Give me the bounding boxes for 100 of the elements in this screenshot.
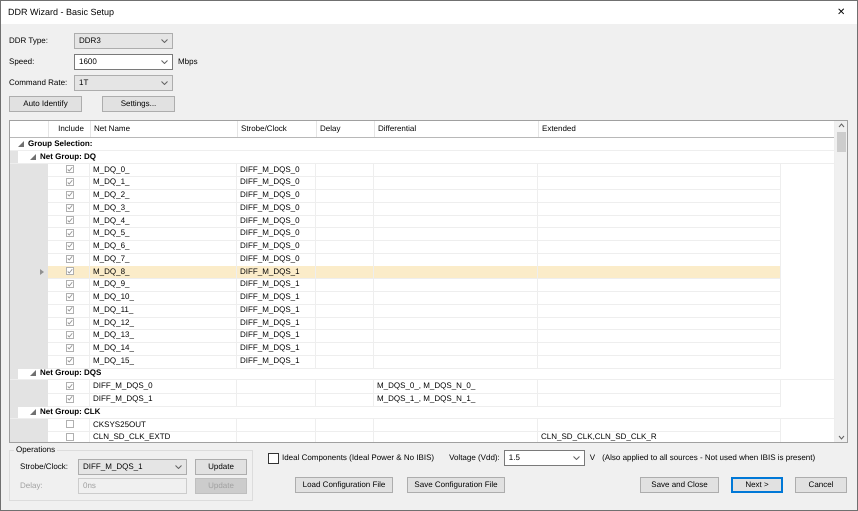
dropdown[interactable]: DIFF_M_DQS_1 bbox=[78, 459, 187, 475]
caret-icon bbox=[161, 60, 168, 64]
checkbox[interactable] bbox=[66, 204, 74, 212]
checkbox[interactable] bbox=[66, 318, 74, 326]
expanded-icon[interactable] bbox=[18, 140, 24, 147]
push-button[interactable]: Next > bbox=[731, 477, 783, 493]
expanded-icon[interactable] bbox=[30, 154, 36, 160]
caret-icon bbox=[175, 465, 182, 469]
group-row[interactable]: Net Group: DQ bbox=[10, 150, 834, 164]
checkbox[interactable] bbox=[66, 216, 74, 224]
dropdown[interactable]: DDR3 bbox=[74, 33, 173, 49]
checkbox[interactable] bbox=[66, 178, 74, 186]
checkbox[interactable] bbox=[66, 242, 74, 250]
window-title: DDR Wizard - Basic Setup bbox=[8, 6, 114, 19]
expanded-icon[interactable] bbox=[30, 370, 36, 376]
caret-icon bbox=[572, 456, 580, 460]
checkbox[interactable] bbox=[66, 229, 74, 238]
caret-icon bbox=[161, 81, 168, 85]
column-header[interactable]: Include bbox=[48, 121, 90, 137]
checkbox[interactable] bbox=[66, 331, 74, 340]
group-row[interactable]: Net Group: CLK bbox=[10, 406, 834, 418]
close-button[interactable]: ✕ bbox=[825, 1, 857, 24]
checkbox[interactable] bbox=[66, 420, 74, 428]
table-cell: CLN_SD_CLK_EXTD bbox=[90, 431, 237, 442]
table-cell: DIFF_M_DQS_0 bbox=[237, 214, 316, 228]
group-row[interactable]: Net Group: DQS bbox=[10, 368, 834, 380]
table-cell: DIFF_M_DQS_1 bbox=[237, 278, 316, 292]
checkbox[interactable] bbox=[66, 280, 74, 288]
note-text: (Also applied to all sources - Not used when IBIS is present) bbox=[602, 452, 816, 464]
table-cell: DIFF_M_DQS_1 bbox=[237, 329, 316, 343]
checkbox[interactable] bbox=[66, 254, 74, 263]
push-button[interactable]: Cancel bbox=[795, 477, 847, 493]
field-label: Voltage (Vdd): bbox=[449, 452, 500, 464]
expanded-icon[interactable] bbox=[30, 408, 36, 415]
scroll-thumb[interactable] bbox=[836, 132, 846, 152]
push-button[interactable]: Auto Identify bbox=[9, 96, 82, 112]
empty-cell bbox=[316, 278, 374, 292]
table-cell: DIFF_M_DQS_0 bbox=[237, 227, 316, 241]
checkbox[interactable] bbox=[66, 292, 74, 301]
push-button[interactable]: Settings... bbox=[102, 96, 175, 112]
push-button[interactable]: Save and Close bbox=[640, 477, 719, 493]
table-cell: DIFF_M_DQS_1 bbox=[237, 266, 316, 280]
combo-field[interactable]: 1600 bbox=[74, 54, 173, 70]
group-title: Operations bbox=[15, 446, 56, 454]
checkbox[interactable] bbox=[66, 433, 74, 442]
table-cell: M_DQS_0_, M_DQS_N_0_ bbox=[374, 380, 538, 394]
table-cell: DIFF_M_DQS_1 bbox=[237, 316, 316, 330]
table-cell: M_DQ_14_ bbox=[90, 342, 237, 356]
table-cell: CKSYS25OUT bbox=[90, 418, 237, 432]
table-cell: M_DQ_13_ bbox=[90, 329, 237, 343]
field-label: Delay: bbox=[20, 480, 44, 492]
checkbox[interactable] bbox=[66, 356, 74, 365]
table-cell: DIFF_M_DQS_1 bbox=[237, 304, 316, 318]
combo-field[interactable]: 1.5 bbox=[504, 450, 585, 466]
checkbox-label: Ideal Components (Ideal Power & No IBIS) bbox=[282, 452, 434, 464]
checkbox[interactable] bbox=[66, 165, 74, 174]
checkbox[interactable] bbox=[66, 394, 74, 403]
table-cell: M_DQ_1_ bbox=[90, 176, 237, 190]
table-cell: DIFF_M_DQS_0 bbox=[90, 380, 237, 394]
table-cell: M_DQ_3_ bbox=[90, 202, 237, 216]
group-label: Net Group: DQS bbox=[40, 367, 102, 380]
column-header[interactable]: Extended bbox=[538, 121, 781, 137]
table-cell: M_DQ_11_ bbox=[90, 304, 237, 318]
table-cell: M_DQ_10_ bbox=[90, 291, 237, 305]
table-cell: M_DQ_5_ bbox=[90, 227, 237, 241]
checkbox[interactable] bbox=[66, 306, 74, 314]
table-cell: M_DQ_4_ bbox=[90, 214, 237, 228]
group-label: Net Group: DQ bbox=[40, 150, 96, 163]
dropdown[interactable]: 1T bbox=[74, 75, 173, 91]
column-header[interactable]: Strobe/Clock bbox=[237, 121, 316, 137]
scrollbar[interactable] bbox=[834, 121, 847, 442]
push-button[interactable]: Save Configuration File bbox=[407, 477, 505, 493]
table-cell: DIFF_M_DQS_0 bbox=[237, 164, 316, 178]
scroll-down-icon[interactable] bbox=[836, 433, 846, 442]
update-button[interactable]: Update bbox=[195, 459, 247, 475]
checkbox[interactable] bbox=[66, 344, 74, 352]
table-cell: CLN_SD_CLK,CLN_SD_CLK_R bbox=[538, 431, 781, 442]
caret-icon bbox=[161, 39, 168, 43]
column-header[interactable]: Differential bbox=[374, 121, 538, 137]
table-cell: DIFF_M_DQS_0 bbox=[237, 176, 316, 190]
table-cell: M_DQ_8_ bbox=[90, 266, 237, 280]
group-label: Net Group: CLK bbox=[40, 406, 100, 418]
table-cell: DIFF_M_DQS_0 bbox=[237, 240, 316, 254]
table-cell: M_DQ_12_ bbox=[90, 316, 237, 330]
table-cell: M_DQ_0_ bbox=[90, 164, 237, 178]
checkbox[interactable] bbox=[268, 452, 279, 464]
push-button[interactable]: Load Configuration File bbox=[295, 477, 393, 493]
table-cell: DIFF_M_DQS_0 bbox=[237, 189, 316, 203]
checkbox[interactable] bbox=[66, 190, 74, 199]
group-label: Group Selection: bbox=[28, 138, 92, 150]
column-header[interactable]: Delay bbox=[316, 121, 374, 137]
field-label: Strobe/Clock: bbox=[20, 461, 70, 473]
column-header[interactable]: Net Name bbox=[90, 121, 237, 137]
checkbox[interactable] bbox=[66, 267, 74, 276]
scroll-up-icon[interactable] bbox=[836, 121, 846, 130]
table-cell: DIFF_M_DQS_1 bbox=[237, 291, 316, 305]
table-cell: M_DQ_9_ bbox=[90, 278, 237, 292]
row-pointer-icon bbox=[40, 269, 44, 276]
checkbox[interactable] bbox=[66, 382, 74, 390]
table-cell: M_DQ_6_ bbox=[90, 240, 237, 254]
